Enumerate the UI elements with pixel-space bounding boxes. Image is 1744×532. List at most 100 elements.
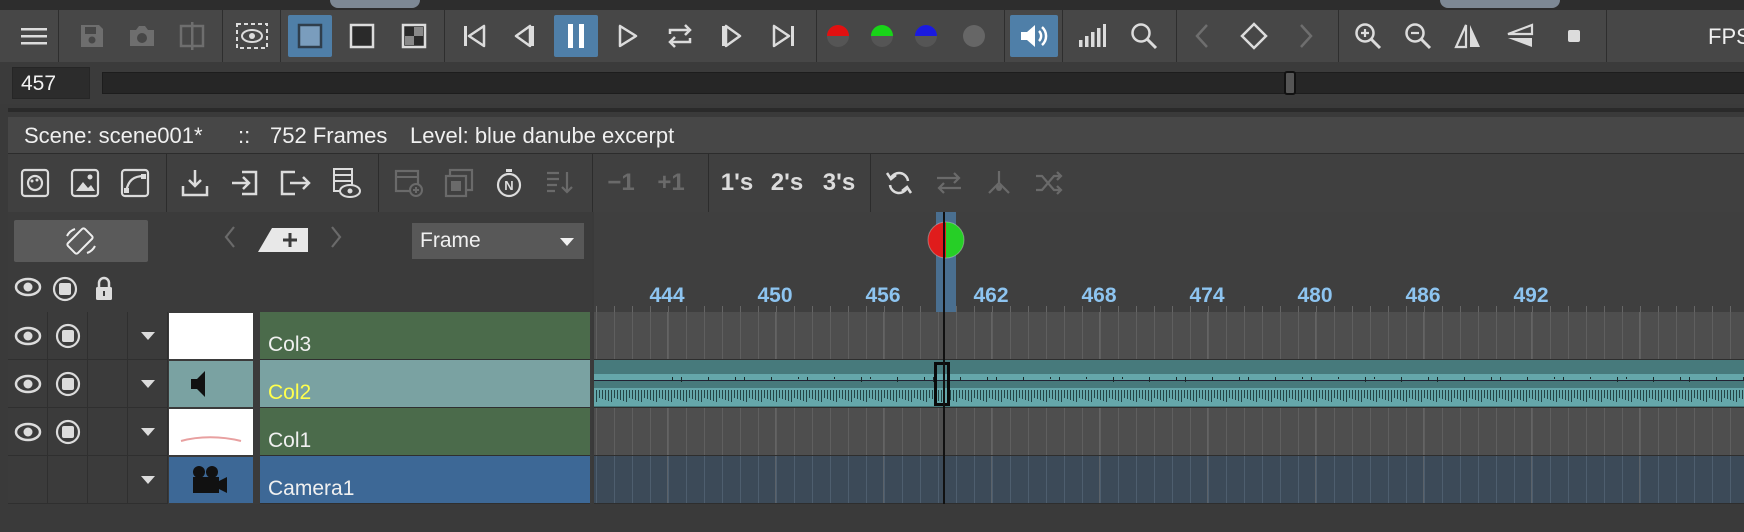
sound-toggle-button[interactable]	[1010, 15, 1058, 57]
new-vector-level-button[interactable]	[112, 162, 158, 204]
bg-checker-button[interactable]	[392, 15, 436, 57]
column-name: Col2	[268, 381, 312, 404]
new-toonz-level-button[interactable]	[12, 162, 58, 204]
histogram-button[interactable]	[1070, 15, 1114, 57]
camstand-toggle[interactable]	[48, 408, 88, 456]
film-eye-icon	[333, 168, 361, 198]
toggle-all-camstand-button[interactable]	[52, 276, 78, 302]
open-sub-xsheet-button[interactable]	[436, 162, 482, 204]
camstand-icon	[52, 276, 78, 302]
save-image-button[interactable]	[70, 15, 114, 57]
column-menu-button[interactable]	[128, 408, 168, 456]
orientation-toggle-button[interactable]	[14, 220, 148, 262]
bg-white-button[interactable]	[288, 15, 332, 57]
camstand-toggle[interactable]	[48, 360, 88, 408]
loop-button[interactable]	[658, 15, 702, 57]
stroke-preview-icon	[180, 436, 242, 442]
frame-ruler[interactable]: 444 450 456 462 468 474 480 486 492	[594, 212, 1744, 312]
reframe-ones-button[interactable]: 1's	[714, 162, 760, 204]
column-cells-col2[interactable]	[594, 360, 1744, 408]
preview-toggle[interactable]	[8, 456, 48, 504]
column-name-cell[interactable]: Col3	[260, 312, 590, 360]
red-channel-button[interactable]	[816, 15, 860, 57]
camstand-toggle[interactable]	[48, 312, 88, 360]
toggle-all-preview-button[interactable]	[14, 276, 42, 298]
next-memo-button[interactable]	[328, 224, 344, 250]
zoom-in-button[interactable]	[1346, 15, 1390, 57]
load-level-button[interactable]	[172, 162, 218, 204]
toggle-all-lock-button[interactable]	[94, 276, 114, 302]
lock-toggle[interactable]	[88, 360, 128, 408]
flip-vertical-icon	[1507, 23, 1534, 47]
green-channel-button[interactable]	[860, 15, 904, 57]
first-frame-button[interactable]	[452, 15, 496, 57]
snapshot-button[interactable]	[120, 15, 164, 57]
column-name-cell[interactable]: Col1	[260, 408, 590, 456]
zoom-out-button[interactable]	[1396, 15, 1440, 57]
set-key-button[interactable]	[1232, 15, 1276, 57]
new-sub-xsheet-button[interactable]	[386, 162, 432, 204]
prev-frame-button[interactable]	[502, 15, 546, 57]
column-menu-button[interactable]	[128, 312, 168, 360]
preview-toggle[interactable]	[8, 312, 48, 360]
column-name-cell[interactable]: Col2	[260, 360, 590, 408]
blue-channel-button[interactable]	[904, 15, 948, 57]
bg-black-button[interactable]	[340, 15, 384, 57]
alpha-channel-button[interactable]	[952, 15, 996, 57]
next-frame-button[interactable]	[710, 15, 754, 57]
pause-button[interactable]	[554, 15, 598, 57]
timer-button[interactable]: N	[486, 162, 532, 204]
frame-slider-handle[interactable]	[1284, 71, 1296, 95]
column-cells-camera1[interactable]	[594, 456, 1744, 504]
lock-toggle[interactable]	[88, 456, 128, 504]
preview-toggle-button[interactable]	[322, 162, 368, 204]
prev-memo-button[interactable]	[222, 224, 238, 250]
reverse-button[interactable]	[876, 162, 922, 204]
step-split-button[interactable]	[976, 162, 1022, 204]
play-button[interactable]	[606, 15, 650, 57]
palette-level-icon	[20, 168, 50, 198]
load-into-cell-button[interactable]	[222, 162, 268, 204]
column-header-col1[interactable]: Col1	[8, 408, 592, 456]
bottom-padding	[0, 504, 1744, 532]
flip-horizontal-button[interactable]	[1446, 15, 1490, 57]
last-frame-button[interactable]	[762, 15, 806, 57]
swing-button[interactable]	[926, 162, 972, 204]
column-menu-button[interactable]	[128, 360, 168, 408]
reframe-twos-button[interactable]: 2's	[764, 162, 810, 204]
column-header-camera1[interactable]: Camera1	[8, 456, 592, 504]
lock-toggle[interactable]	[88, 312, 128, 360]
collapse-button[interactable]	[536, 162, 582, 204]
reframe-threes-button[interactable]: 3's	[816, 162, 862, 204]
frame-slider-track[interactable]	[102, 72, 1744, 94]
frame-display-select[interactable]: Frame	[412, 223, 584, 259]
camstand-toggle[interactable]	[48, 456, 88, 504]
stop-button[interactable]	[1552, 15, 1596, 57]
compare-button[interactable]	[170, 15, 214, 57]
column-menu-button[interactable]	[128, 456, 168, 504]
flip-vertical-button[interactable]	[1498, 15, 1542, 57]
add-memo-button[interactable]	[256, 226, 310, 254]
lock-toggle[interactable]	[88, 408, 128, 456]
locator-button[interactable]	[1122, 15, 1166, 57]
shuffle-icon	[1036, 171, 1063, 195]
increment-button[interactable]: +1	[648, 162, 694, 204]
onion-skin-marker[interactable]	[926, 221, 966, 259]
column-header-col3[interactable]: Col3	[8, 312, 592, 360]
random-button[interactable]	[1026, 162, 1072, 204]
column-name-cell[interactable]: Camera1	[260, 456, 590, 504]
menu-button[interactable]	[12, 15, 56, 57]
frame-number-field[interactable]: 457	[12, 67, 90, 99]
column-header-col2[interactable]: Col2	[8, 360, 592, 408]
export-level-button[interactable]	[272, 162, 318, 204]
preview-toggle[interactable]	[8, 360, 48, 408]
next-key-button[interactable]	[1284, 15, 1328, 57]
decrement-button[interactable]: −1	[598, 162, 644, 204]
column-cells-col1[interactable]	[594, 408, 1744, 456]
prev-key-button[interactable]	[1180, 15, 1224, 57]
column-cells-col3[interactable]	[594, 312, 1744, 360]
new-raster-level-button[interactable]	[62, 162, 108, 204]
preview-toggle[interactable]	[8, 408, 48, 456]
alpha-channel-icon	[963, 25, 985, 47]
preview-region-button[interactable]	[230, 15, 274, 57]
